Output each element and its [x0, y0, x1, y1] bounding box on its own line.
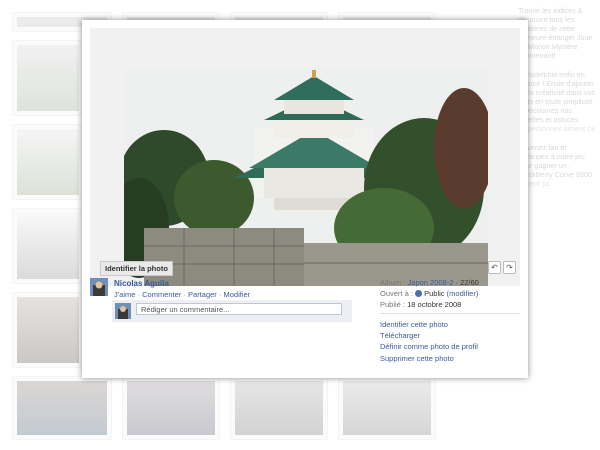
avatar-image [115, 303, 131, 319]
modify-visibility-link[interactable]: (modifier) [447, 289, 479, 298]
photo-meta: Album : Japon 2008-2 · 22/60 Ouvert à : … [380, 277, 520, 310]
comment-input[interactable]: Rédiger un commentaire... [136, 303, 342, 315]
photo-action-links: J'aime · Commenter · Partager · Modifier [114, 290, 250, 299]
photo-options: Identifier cette photo Télécharger Défin… [380, 319, 525, 364]
avatar-image [90, 278, 108, 296]
avatar[interactable] [90, 278, 108, 296]
avatar [115, 303, 131, 319]
edit-link[interactable]: Modifier [223, 290, 250, 299]
visibility-label: Ouvert à : [380, 289, 413, 298]
author-name-link[interactable]: Nicolas Aguila [114, 279, 169, 288]
like-link[interactable]: J'aime [114, 290, 135, 299]
separator: · [137, 290, 141, 299]
comment-link[interactable]: Commenter [142, 290, 181, 299]
divider [380, 313, 520, 314]
download-link[interactable]: Télécharger [380, 330, 525, 341]
album-position: · 22/60 [455, 278, 479, 287]
castle-photo-image [124, 68, 488, 286]
album-label: Album : [380, 278, 406, 287]
separator: · [218, 290, 222, 299]
share-link[interactable]: Partager [188, 290, 217, 299]
rotate-right-icon[interactable]: ↷ [503, 261, 516, 274]
album-link[interactable]: Japon 2008-2 [408, 278, 454, 287]
delete-photo-link[interactable]: Supprimer cette photo [380, 353, 525, 364]
globe-icon [415, 290, 423, 297]
main-photo[interactable] [124, 68, 488, 286]
visibility-value: Public [424, 289, 445, 298]
published-label: Publié : [380, 300, 406, 309]
photo-stage: Identifier la photo ↶ ↷ [90, 28, 520, 286]
separator: · [183, 290, 186, 299]
rotate-left-icon[interactable]: ↶ [488, 261, 501, 274]
comment-box: Rédiger un commentaire... [112, 300, 352, 322]
published-date: 18 octobre 2008 [407, 300, 462, 309]
tag-this-photo-link[interactable]: Identifier cette photo [380, 319, 525, 330]
set-profile-picture-link[interactable]: Définir comme photo de profil [380, 341, 525, 352]
photo-lightbox: Identifier la photo ↶ ↷ Nicolas Aguila J… [82, 20, 528, 378]
tag-photo-button[interactable]: Identifier la photo [100, 261, 173, 276]
